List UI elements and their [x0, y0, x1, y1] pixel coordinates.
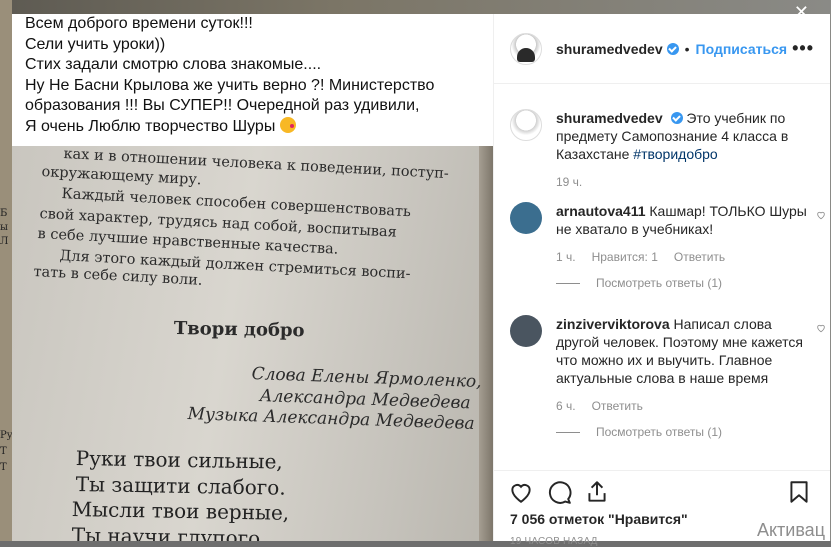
caption-line-last: Я очень Люблю творчество Шуры — [25, 116, 493, 138]
share-icon[interactable] — [584, 479, 610, 505]
follow-button[interactable]: Подписаться — [696, 41, 788, 57]
view-replies-label[interactable]: Посмотреть ответы (1) — [596, 425, 722, 439]
comment-body: shuramedvedev Это учебник по предмету Са… — [556, 109, 810, 163]
verified-badge-icon — [666, 42, 679, 55]
post-modal: Всем доброго времени суток!!! Сели учить… — [12, 14, 830, 547]
comment-time[interactable]: 19 ч. — [556, 175, 582, 189]
strip-letter: ы — [0, 222, 8, 233]
comment-meta: 6 ч. Ответить — [556, 399, 810, 413]
strip-letter: Ру — [0, 430, 13, 441]
textbook-photo: ках и в отношении человека к поведении, … — [12, 146, 493, 541]
heart-icon[interactable] — [816, 323, 826, 333]
activation-watermark: Активац — [756, 520, 825, 540]
comment-item: arnautova411 Кашмар! ТОЛЬКО Шуры не хват… — [510, 202, 825, 290]
post-header: shuramedvedev • Подписаться ••• — [494, 14, 830, 84]
image-caption-overlay: Всем доброго времени суток!!! Сели учить… — [12, 14, 493, 146]
strip-letter: Б — [0, 208, 8, 219]
post-media: Всем доброго времени суток!!! Сели учить… — [12, 14, 493, 541]
view-replies[interactable]: Посмотреть ответы (1) — [556, 276, 810, 290]
strip-letter: Л — [0, 236, 9, 247]
heart-icon[interactable] — [508, 479, 534, 505]
caption-line: Всем доброго времени суток!!! — [25, 15, 253, 32]
header-username[interactable]: shuramedvedev — [556, 41, 663, 57]
poem-line: Руки твои сильные, — [75, 446, 283, 474]
comment-meta: 1 ч. Нравится: 1 Ответить — [556, 250, 810, 264]
more-options-icon[interactable]: ••• — [792, 38, 814, 59]
kissing-face-emoji-icon — [279, 116, 296, 133]
strip-letter: Т — [0, 446, 7, 457]
avatar[interactable] — [510, 32, 542, 65]
avatar[interactable] — [510, 109, 542, 141]
avatar[interactable] — [510, 315, 542, 347]
caption-line: образования !!! Вы СУПЕР!! Очередной раз… — [25, 97, 420, 114]
comment-time[interactable]: 6 ч. — [556, 399, 576, 413]
caption-line: Сели учить уроки)) — [25, 35, 166, 53]
heart-icon[interactable] — [816, 210, 826, 220]
caption-line: Я очень Люблю творчество Шуры — [25, 117, 280, 135]
hashtag-link[interactable]: #творидобро — [633, 146, 717, 162]
likes-count[interactable]: 7 056 отметок "Нравится" — [510, 511, 688, 527]
strip-letter: Т — [0, 462, 7, 473]
post-sidebar: shuramedvedev • Подписаться ••• shuramed… — [493, 14, 830, 547]
poem-title: Твори добро — [173, 318, 305, 342]
comment-body: arnautova411 Кашмар! ТОЛЬКО Шуры не хват… — [556, 202, 810, 238]
reply-button[interactable]: Ответить — [674, 250, 725, 264]
replies-divider — [556, 431, 580, 433]
poem-line: Ты научи глупого. — [71, 523, 267, 541]
caption-line: Стих задали смотрю слова знакомые.... — [25, 56, 322, 73]
comments-list[interactable]: shuramedvedev Это учебник по предмету Са… — [494, 85, 830, 470]
post-time: 19 ЧАСОВ НАЗАД — [510, 536, 598, 547]
view-replies[interactable]: Посмотреть ответы (1) — [556, 425, 810, 439]
comment-username[interactable]: zinziverviktorova — [556, 316, 670, 332]
page-edge — [479, 146, 493, 541]
bookmark-icon[interactable] — [786, 479, 812, 505]
caption-comment: shuramedvedev Это учебник по предмету Са… — [510, 109, 810, 189]
poem-line: Ты защити слабого. — [75, 472, 286, 500]
background-left-strip: Б ы Л Ру Т Т — [0, 0, 13, 541]
reply-button[interactable]: Ответить — [592, 399, 643, 413]
comment-meta: 19 ч. — [556, 175, 810, 189]
comment-username[interactable]: arnautova411 — [556, 203, 646, 219]
comment-time[interactable]: 1 ч. — [556, 250, 576, 264]
caption-line: Ну Не Басни Крылова же учить верно ?! Ми… — [25, 76, 435, 94]
separator-dot: • — [684, 40, 690, 57]
comment-item: zinziverviktorova Написал слова другой ч… — [510, 315, 825, 439]
comment-likes[interactable]: Нравится: 1 — [592, 250, 658, 264]
comment-username[interactable]: shuramedvedev — [556, 110, 663, 126]
comment-icon[interactable] — [546, 479, 572, 505]
verified-badge-icon — [670, 112, 683, 124]
poem-line: Мысли твои верные, — [71, 497, 290, 525]
avatar[interactable] — [510, 202, 542, 234]
view-replies-label[interactable]: Посмотреть ответы (1) — [596, 276, 722, 290]
comment-body: zinziverviktorova Написал слова другой ч… — [556, 315, 810, 387]
replies-divider — [556, 282, 580, 284]
